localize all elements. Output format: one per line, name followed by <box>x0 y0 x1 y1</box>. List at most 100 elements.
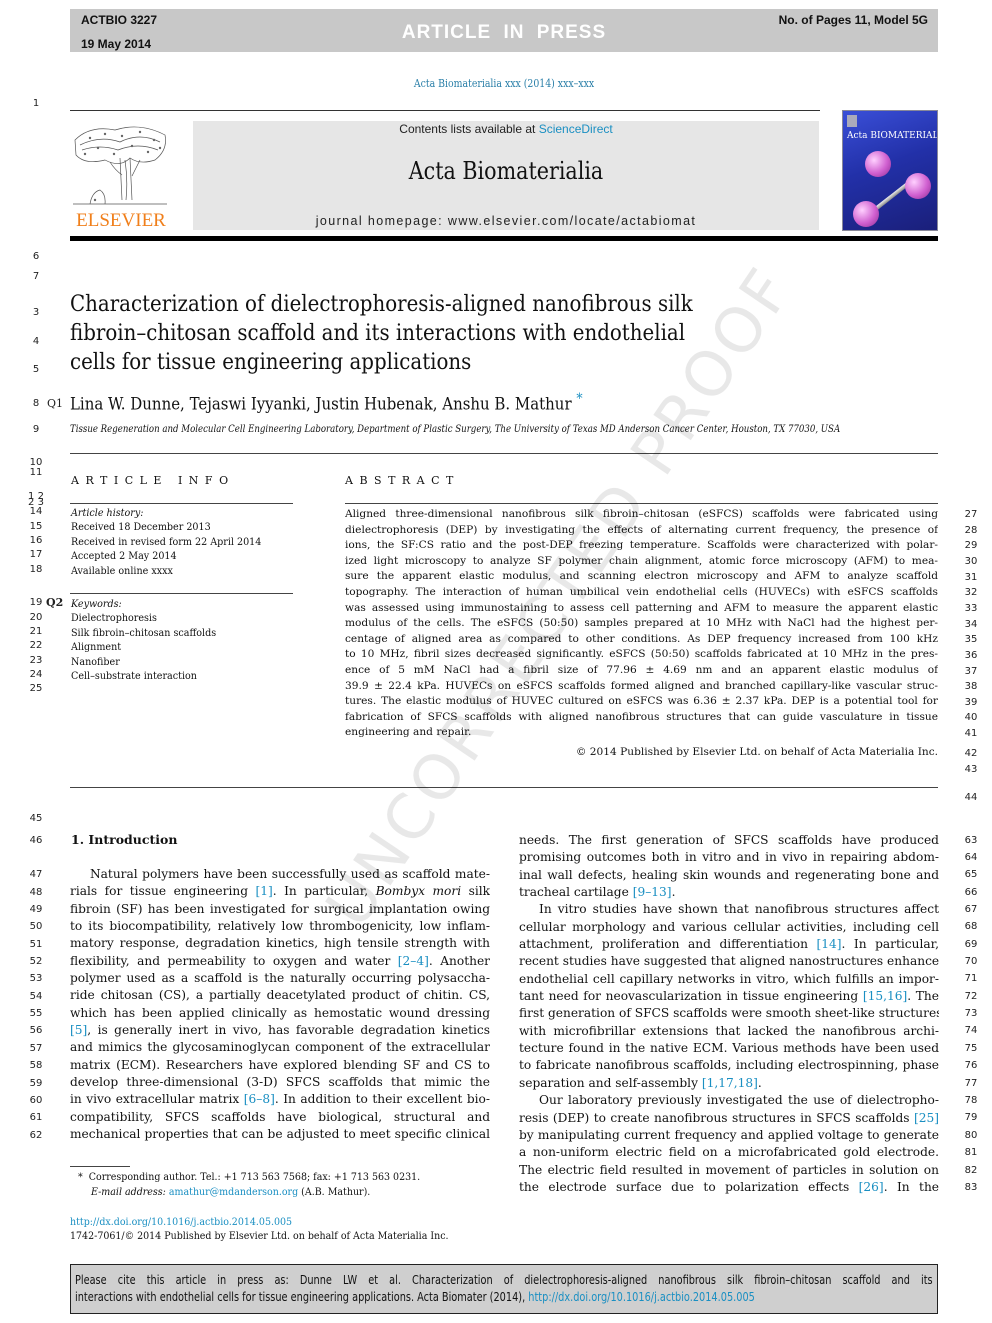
body-text: The electric field resulted in movement … <box>519 1162 939 1177</box>
body-text: promising outcomes both in vitro and in … <box>519 850 939 865</box>
keywords: Keywords: Dielectrophoresis Silk fibroin… <box>71 597 216 683</box>
line-number-left: 20 <box>29 612 43 623</box>
line-number-right: 75 <box>964 1043 978 1054</box>
abstract-rule <box>345 503 938 504</box>
body-text: to its biocompatibility, relatively low … <box>70 919 490 934</box>
title-line: Characterization of dielectrophoresis-al… <box>70 291 693 317</box>
citation-ref-link[interactable]: [25] <box>914 1111 939 1125</box>
abstract-line: ized light microscopy to analyze SF poly… <box>345 554 938 567</box>
abstract-line: engineering and repair. <box>345 726 472 739</box>
abstract-line: topography. The interaction of human umb… <box>345 585 938 598</box>
body-line: polymer used as a scaffold is the natura… <box>70 970 490 987</box>
authors: Lina W. Dunne, Tejaswi Iyyanki, Justin H… <box>70 394 572 415</box>
body-text: polymer used as a scaffold is the natura… <box>70 971 490 986</box>
line-number-right: 30 <box>964 556 978 567</box>
body-line: resis (DEP) to create nanofibrous struct… <box>519 1110 939 1127</box>
journal-reference[interactable]: Acta Biomaterialia xxx (2014) xxx–xxx <box>76 77 933 90</box>
body-text: which has been applied clinically as hem… <box>70 1005 490 1020</box>
line-number-left: 51 <box>29 939 43 950</box>
journal-cover-image[interactable]: Acta BIOMATERIALIA <box>842 110 938 231</box>
abstract-line: fabrication of SFCS scaffolds with align… <box>345 710 938 723</box>
body-text: matrix (ECM). Researchers have explored … <box>70 1057 490 1072</box>
body-line: with microfibrillar extensions that lack… <box>519 1023 939 1040</box>
line-number-right: 44 <box>964 792 978 803</box>
body-text: tecture found in the native ECM. Various… <box>519 1041 939 1056</box>
abstract-line: was assessed using immunostaining to ass… <box>345 601 938 614</box>
line-number-right: 36 <box>964 650 978 661</box>
body-text: separation and self-assembly <box>519 1075 702 1090</box>
contents-prefix: Contents lists available at <box>399 122 539 136</box>
masthead-top-rule <box>70 110 820 111</box>
citation-doi-link[interactable]: http://dx.doi.org/10.1016/j.actbio.2014.… <box>528 1290 755 1304</box>
elsevier-tree-icon <box>73 126 167 205</box>
doi-link[interactable]: http://dx.doi.org/10.1016/j.actbio.2014.… <box>70 1217 292 1228</box>
cover-sphere <box>865 151 891 177</box>
citation-ref-link[interactable]: [15,16] <box>863 989 907 1003</box>
citation-ref-link[interactable]: [5] <box>70 1023 87 1037</box>
query-mark-q2[interactable]: Q2 <box>46 596 63 609</box>
history-item: Accepted 2 May 2014 <box>71 550 177 563</box>
line-number-left: 58 <box>29 1060 43 1071</box>
footnote-rule <box>70 1166 130 1167</box>
query-mark-q1[interactable]: Q1 <box>47 397 63 410</box>
article-history: Article history: Received 18 December 20… <box>71 506 261 578</box>
body-text: a non-uniform electric field on a microf… <box>519 1145 939 1160</box>
email-suffix: (A.B. Mathur). <box>298 1187 371 1198</box>
article-info-heading: ARTICLE INFO <box>71 474 235 487</box>
abstract-line: modulus of the cells. The eSFCS (50:50) … <box>345 617 938 630</box>
body-line: to fabricate nanofibrous scaffolds, incl… <box>519 1057 939 1074</box>
citation-ref-link[interactable]: [1,17,18] <box>702 1076 758 1090</box>
citation-ref-link[interactable]: [6–8] <box>244 1092 275 1106</box>
line-number-left: 23 <box>29 655 43 666</box>
body-text: cellular morphology and various cellular… <box>519 919 939 934</box>
email-link[interactable]: amathur@mdanderson.org <box>169 1187 298 1198</box>
body-line: tracheal cartilage [9–13]. <box>519 884 939 901</box>
history-item: Received 18 December 2013 <box>71 521 211 534</box>
line-number-left: 19 <box>29 597 43 608</box>
body-text: In vitro studies have shown that nanofib… <box>539 902 939 917</box>
body-line: fibroin (SF) has been investigated for s… <box>70 901 490 918</box>
citation-ref-link[interactable]: [14] <box>816 937 841 951</box>
line-number-right: 40 <box>964 712 978 723</box>
body-text: the electrode surface due to polarizatio… <box>519 1179 859 1194</box>
line-number-left: 59 <box>29 1078 43 1089</box>
citation-ref-link[interactable]: [2–4] <box>398 954 429 968</box>
journal-homepage[interactable]: journal homepage: www.elsevier.com/locat… <box>193 214 819 228</box>
affiliation-rule <box>70 453 938 454</box>
body-line: in vivo extracellular matrix [6–8]. In a… <box>70 1091 490 1108</box>
journal-title: Acta Biomaterialia <box>408 157 604 185</box>
abstract-line: 39.9 ± 22.4 kPa. HUVECs on eSFCS scaffol… <box>345 679 938 692</box>
body-text: inal wall defects, healing skin wounds a… <box>519 867 939 882</box>
body-text: . In particular, Bombyx mori silk <box>272 884 490 899</box>
abstract-line: to 10 MHz, fibril sizes decreased signif… <box>345 648 938 661</box>
line-number-right: 76 <box>964 1060 978 1071</box>
sciencedirect-link[interactable]: ScienceDirect <box>539 122 613 136</box>
abstract-text: Aligned three-dimensional nanofibrous si… <box>345 507 938 741</box>
line-number-left: 11 <box>29 467 43 478</box>
line-number-left: 55 <box>29 1008 43 1019</box>
body-text: , is generally inert in vivo, has favora… <box>87 1023 490 1038</box>
body-text: . The <box>907 989 939 1004</box>
line-number-right: 43 <box>964 764 978 775</box>
line-number-left: 15 <box>29 521 43 532</box>
cover-elsevier-icon <box>847 115 857 127</box>
citation-ref-link[interactable]: [26] <box>859 1180 884 1194</box>
affiliation: Tissue Regeneration and Molecular Cell E… <box>70 424 841 435</box>
line-number-right: 31 <box>964 572 978 583</box>
corresponding-author-mark[interactable]: * <box>576 391 582 407</box>
citation-ref-link[interactable]: [9–13] <box>633 885 672 899</box>
elsevier-logo[interactable]: ELSEVIER <box>70 120 172 231</box>
line-number-right: 41 <box>964 728 978 739</box>
body-text: develop three-dimensional (3-D) SFCS sca… <box>70 1075 490 1090</box>
body-line: separation and self-assembly [1,17,18]. <box>519 1075 939 1092</box>
cover-sphere <box>853 201 879 227</box>
line-number-left: 7 <box>32 271 40 282</box>
line-number-right: 64 <box>964 852 978 863</box>
body-text: . <box>757 1075 762 1090</box>
citation-ref-link[interactable]: [1] <box>255 884 272 898</box>
line-number-right: 70 <box>964 956 978 967</box>
line-number-right: 71 <box>964 973 978 984</box>
line-number-right: 69 <box>964 939 978 950</box>
abstract-line: ence of 5 mM NaCl had a fibril size of 7… <box>345 663 938 676</box>
body-line: In vitro studies have shown that nanofib… <box>519 901 939 918</box>
